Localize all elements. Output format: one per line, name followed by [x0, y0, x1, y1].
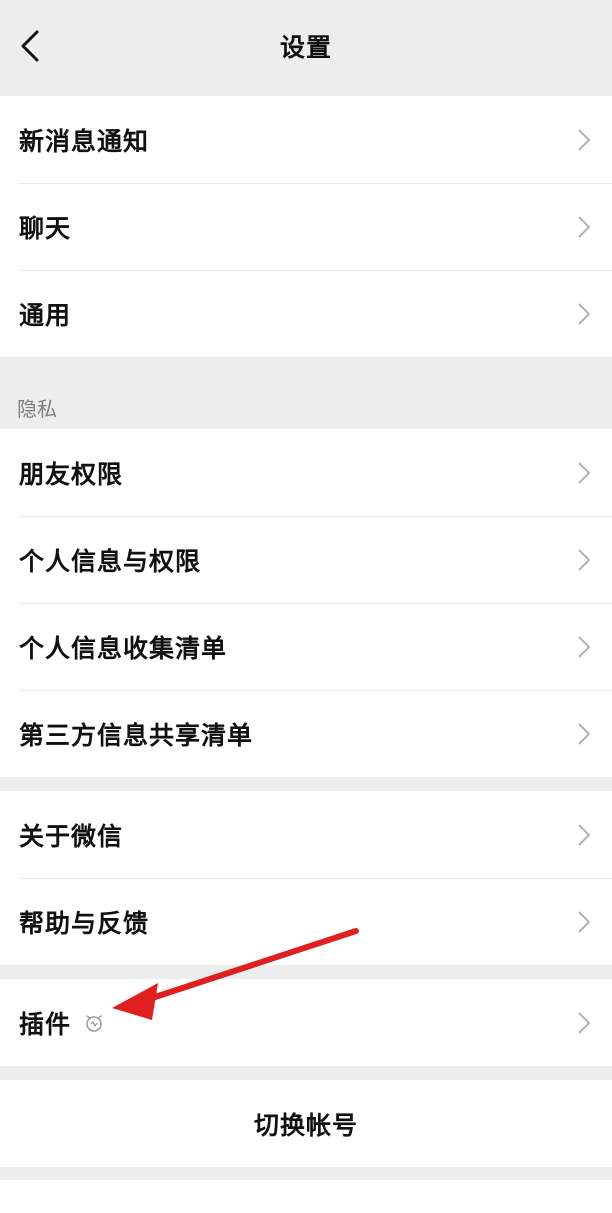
- settings-item-label: 关于微信: [19, 821, 124, 851]
- settings-item-label: 个人信息与权限: [19, 546, 202, 576]
- chevron-right-icon: [578, 910, 591, 933]
- logout-button[interactable]: 退出: [0, 1180, 612, 1213]
- page-title: 设置: [279, 33, 332, 62]
- switch-account-label: 切换帐号: [253, 1110, 358, 1140]
- plugin-alarm-icon: [86, 1014, 102, 1032]
- chevron-right-icon: [578, 823, 591, 846]
- chevron-right-icon: [578, 461, 591, 484]
- settings-item-label: 个人信息收集清单: [19, 633, 228, 663]
- settings-item-friend-permissions[interactable]: 朋友权限: [0, 429, 612, 516]
- settings-item-help-feedback[interactable]: 帮助与反馈: [0, 878, 612, 965]
- settings-item-label: 插件: [19, 1009, 72, 1039]
- chevron-right-icon: [578, 1011, 591, 1034]
- settings-item-info-collection-list[interactable]: 个人信息收集清单: [0, 603, 612, 690]
- chevron-right-icon: [578, 722, 591, 745]
- settings-item-personal-info-permissions[interactable]: 个人信息与权限: [0, 516, 612, 603]
- chevron-right-icon: [578, 128, 591, 151]
- chevron-right-icon: [578, 548, 591, 571]
- settings-item-about-wechat[interactable]: 关于微信: [0, 791, 612, 878]
- logout-group: 退出: [0, 1180, 612, 1213]
- settings-item-third-party-sharing-list[interactable]: 第三方信息共享清单: [0, 690, 612, 777]
- nav-bar: 设置: [0, 0, 612, 95]
- settings-item-label: 通用: [19, 300, 72, 330]
- settings-item-label: 帮助与反馈: [19, 908, 150, 938]
- settings-item-notifications[interactable]: 新消息通知: [0, 96, 612, 183]
- chevron-right-icon: [578, 215, 591, 238]
- chevron-right-icon: [578, 635, 591, 658]
- chevron-right-icon: [578, 302, 591, 325]
- settings-item-label: 聊天: [19, 213, 72, 243]
- settings-page: 设置 新消息通知 聊天 通用 隐私 朋友权限 个人信息与权限 个人信息收集清单: [0, 0, 612, 1213]
- settings-item-label: 新消息通知: [19, 126, 150, 156]
- settings-item-plugins[interactable]: 插件: [0, 979, 612, 1066]
- switch-account-button[interactable]: 切换帐号: [0, 1080, 612, 1167]
- plugins-group: 插件: [0, 979, 612, 1066]
- general-settings-group: 新消息通知 聊天 通用: [0, 96, 612, 357]
- privacy-settings-group: 朋友权限 个人信息与权限 个人信息收集清单 第三方信息共享清单: [0, 429, 612, 777]
- logout-label: 退出: [280, 1208, 332, 1213]
- settings-item-chat[interactable]: 聊天: [0, 183, 612, 270]
- settings-item-label: 朋友权限: [19, 459, 124, 489]
- switch-account-group: 切换帐号: [0, 1080, 612, 1167]
- settings-item-label: 第三方信息共享清单: [19, 720, 254, 750]
- settings-item-general[interactable]: 通用: [0, 270, 612, 357]
- privacy-section-label: 隐私: [17, 397, 57, 421]
- about-help-group: 关于微信 帮助与反馈: [0, 791, 612, 965]
